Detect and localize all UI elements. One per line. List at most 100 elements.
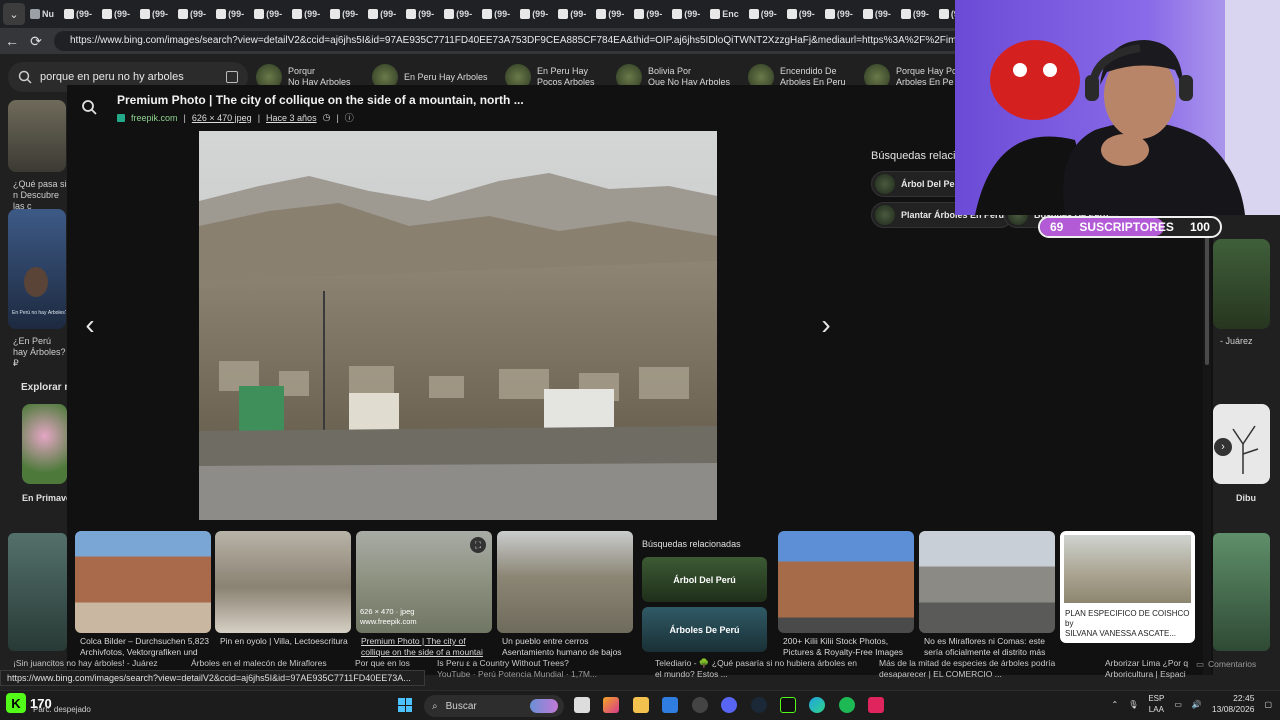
input-language[interactable]: ESP LAA — [1148, 693, 1164, 715]
result-caption[interactable]: ¡Sin juancitos no hay árboles! - Juárez — [13, 658, 158, 669]
result-thumbnail[interactable] — [1213, 533, 1270, 651]
filmstrip-caption[interactable]: Un pueblo entre cerros Asentamiento human… — [502, 636, 638, 658]
browser-tab[interactable]: (99- — [515, 0, 553, 28]
browser-tab[interactable]: Nu — [25, 0, 59, 28]
notifications-icon[interactable]: ▢ — [1264, 700, 1272, 709]
image-source[interactable]: freepik.com — [131, 113, 178, 123]
taskbar-search[interactable]: ⌕ Buscar — [424, 695, 564, 717]
caption-line: collique on the side of a mountai — [361, 647, 483, 657]
filmstrip-thumbnail[interactable] — [497, 531, 633, 633]
filmstrip-thumbnail[interactable] — [75, 531, 211, 633]
steam-icon[interactable] — [751, 697, 767, 713]
info-icon[interactable]: ⓘ — [345, 111, 354, 124]
browser-tab[interactable]: (99- — [896, 0, 934, 28]
visual-search-icon[interactable] — [226, 71, 238, 83]
filmstrip-caption[interactable]: Pin en oyolo | Villa, Lectoescritura — [220, 636, 356, 647]
explore-item-label[interactable]: En Primave — [22, 493, 67, 503]
browser-tab[interactable]: (99- — [97, 0, 135, 28]
obs-icon[interactable] — [692, 697, 708, 713]
browser-tab[interactable]: (99- — [782, 0, 820, 28]
app-icon[interactable] — [780, 697, 796, 713]
microphone-icon[interactable]: 🎙 — [1128, 700, 1138, 709]
clock[interactable]: 22:45 13/08/2026 — [1212, 693, 1255, 715]
browser-tab[interactable]: (99- — [591, 0, 629, 28]
next-image-chevron-icon[interactable]: › — [811, 305, 841, 345]
browser-tab[interactable]: (99- — [325, 0, 363, 28]
modal-scrollbar-thumb[interactable] — [1205, 235, 1209, 365]
browser-tab[interactable]: (99- — [667, 0, 705, 28]
microsoft-store-icon[interactable] — [662, 697, 678, 713]
carousel-next-icon[interactable]: › — [1214, 438, 1232, 456]
filmstrip-caption[interactable]: Premium Photo | The city of collique on t… — [361, 636, 497, 658]
result-caption[interactable]: ¿Qué pasa si n Descubre las c — [13, 179, 67, 212]
browser-tab[interactable]: (99- — [858, 0, 896, 28]
browser-tab[interactable]: (99- — [553, 0, 591, 28]
browser-tab[interactable]: (99- — [477, 0, 515, 28]
related-search-tile[interactable]: Árbol Del Perú — [642, 557, 767, 602]
browser-tab[interactable]: (99- — [211, 0, 249, 28]
browser-tab[interactable]: (99- — [173, 0, 211, 28]
feedback-button[interactable]: ▭ Comentarios — [1196, 659, 1256, 670]
result-caption[interactable]: Is Peru ε a Country Without Trees? YouTub… — [437, 658, 597, 680]
main-image[interactable] — [199, 131, 717, 520]
result-thumbnail[interactable] — [8, 533, 67, 651]
filmstrip-thumbnail-selected[interactable]: ⛶ 626 × 470 · jpeg www.freepik.com — [356, 531, 492, 633]
back-arrow-icon[interactable]: ← — [0, 29, 24, 53]
browser-tab[interactable]: (99- — [744, 0, 782, 28]
visual-search-icon[interactable]: ⛶ — [470, 537, 486, 553]
browser-tab[interactable]: (99- — [820, 0, 858, 28]
browser-tab[interactable]: (99- — [249, 0, 287, 28]
tab-list-chevron-icon[interactable]: ⌄ — [3, 3, 25, 25]
search-icon[interactable] — [79, 97, 99, 117]
result-thumbnail[interactable] — [8, 100, 66, 172]
result-caption[interactable]: Arborizar Lima ¿Por q Arboricultura | Esp… — [1105, 658, 1193, 680]
filmstrip-thumbnail[interactable] — [919, 531, 1055, 633]
spotify-icon[interactable] — [839, 697, 855, 713]
file-explorer-icon[interactable] — [633, 697, 649, 713]
result-thumbnail[interactable] — [1213, 239, 1270, 329]
windows-start-icon[interactable] — [398, 698, 412, 712]
related-search-tile[interactable]: Árboles De Perú — [642, 607, 767, 652]
tiktok-icon[interactable] — [868, 697, 884, 713]
edge-icon[interactable] — [809, 697, 825, 713]
filmstrip-caption[interactable]: No es Miraflores ni Comas: este sería ofi… — [924, 636, 1060, 658]
tiktok-icon — [786, 9, 797, 19]
filmstrip-card[interactable]: PLAN ESPECIFICO DE COISHCO by SILVANA VAN… — [1060, 531, 1195, 643]
browser-tab[interactable]: Enc — [705, 0, 744, 28]
filmstrip-caption[interactable]: Colca Bilder – Durchsuchen 5,823 Archivfo… — [80, 636, 216, 658]
filmstrip-caption[interactable]: 200+ Kilii Kilii Stock Photos, Pictures &… — [783, 636, 919, 658]
image-title[interactable]: Premium Photo | The city of collique on … — [117, 93, 524, 107]
reload-icon[interactable]: ⟳ — [24, 29, 48, 53]
browser-tab[interactable]: (99- — [287, 0, 325, 28]
result-caption[interactable]: Árboles en el malecón de Miraflores — [191, 658, 327, 669]
search-icon: ⌕ — [432, 700, 438, 712]
store-icon[interactable] — [603, 697, 619, 713]
explore-thumbnail[interactable] — [22, 404, 67, 484]
volume-icon[interactable]: 🔊 — [1192, 700, 1202, 709]
result-caption[interactable]: Telediario - 🌳 ¿Qué pasaría si no hubier… — [655, 658, 857, 680]
result-caption[interactable]: ¿En Perú hay Árboles? ₽ — [13, 336, 67, 369]
browser-tab[interactable]: (99- — [135, 0, 173, 28]
filmstrip-thumbnail[interactable] — [215, 531, 351, 633]
network-icon[interactable]: ▭ — [1174, 700, 1182, 709]
browser-tab[interactable]: (99- — [439, 0, 477, 28]
explore-item-label[interactable]: Dibu — [1236, 493, 1256, 503]
comment-icon: ▭ — [1196, 659, 1205, 669]
weather-widget[interactable]: Parc. despejado — [33, 705, 91, 714]
browser-tab[interactable]: (99- — [629, 0, 667, 28]
result-caption[interactable]: Más de la mitad de especies de árboles p… — [879, 658, 1055, 680]
result-caption[interactable]: Por que en los — [355, 658, 410, 669]
browser-tab[interactable]: (99- — [363, 0, 401, 28]
image-age[interactable]: Hace 3 años — [266, 113, 317, 123]
previous-image-chevron-icon[interactable]: ‹ — [75, 305, 105, 345]
image-size[interactable]: 626 × 470 jpeg — [192, 113, 252, 123]
browser-tab[interactable]: (99- — [59, 0, 97, 28]
result-caption[interactable]: - Juárez — [1220, 336, 1253, 347]
filmstrip-thumbnail[interactable] — [778, 531, 914, 633]
tray-chevron-icon[interactable]: ⌃ — [1111, 700, 1118, 709]
browser-tab[interactable]: (99- — [401, 0, 439, 28]
task-view-icon[interactable] — [574, 697, 590, 713]
discord-icon[interactable] — [721, 697, 737, 713]
result-thumbnail[interactable]: En Perú no hay Árboles? — [8, 209, 66, 329]
caption-line: Arboricultura | Espaci — [1105, 669, 1186, 679]
